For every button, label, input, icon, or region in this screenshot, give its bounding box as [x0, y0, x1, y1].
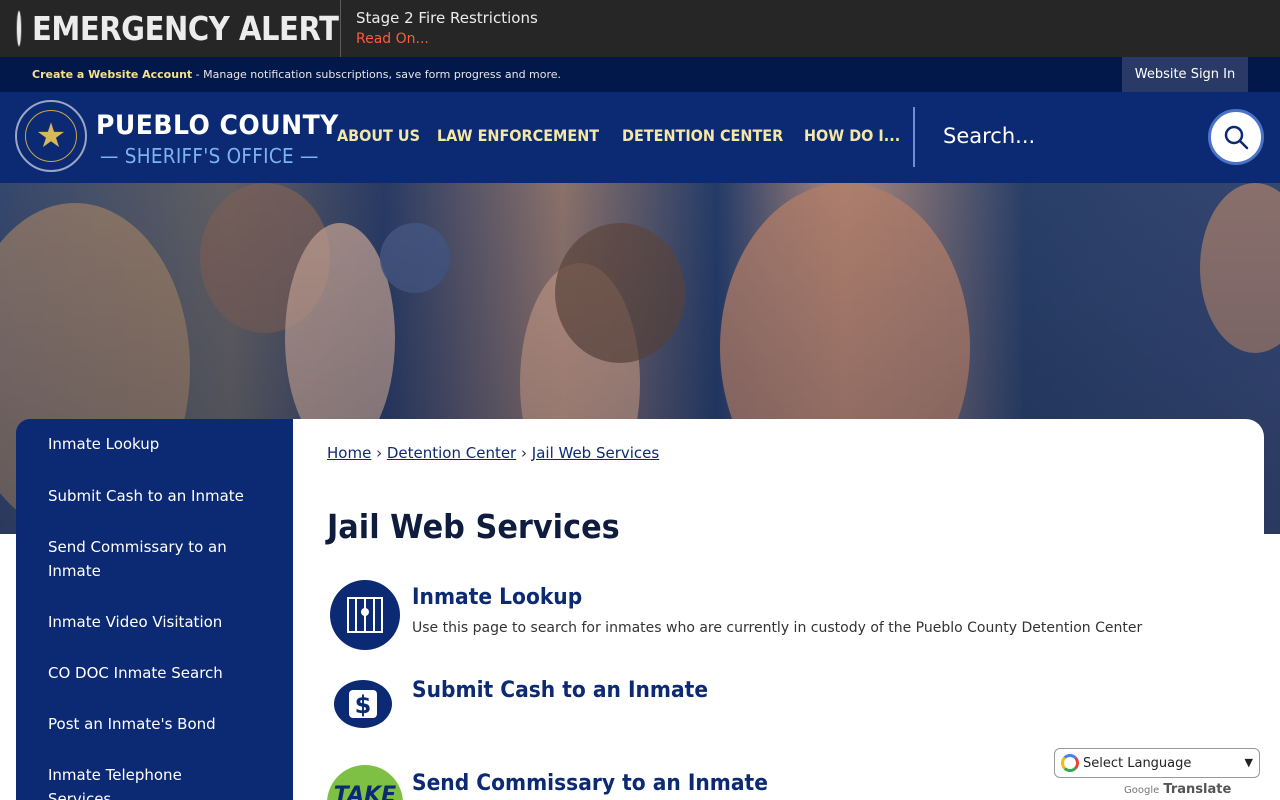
service-title-send-commissary[interactable]: Send Commissary to an Inmate [412, 771, 768, 796]
take-logo-mark: TAKE [333, 782, 397, 800]
breadcrumb-home[interactable]: Home [327, 444, 371, 462]
account-bar: Create a Website Account - Manage notifi… [0, 57, 1280, 92]
create-account-link[interactable]: Create a Website Account [32, 68, 192, 81]
google-g-icon [1061, 754, 1079, 772]
service-title-inmate-lookup[interactable]: Inmate Lookup [412, 585, 582, 610]
breadcrumb-separator: › [516, 444, 532, 462]
translate-wordmark: Translate [1163, 782, 1232, 797]
sidebar-item-co-doc-search[interactable]: CO DOC Inmate Search [48, 661, 248, 685]
sidebar-item-inmate-lookup[interactable]: Inmate Lookup [48, 432, 248, 456]
language-select[interactable]: Select Language ▼ [1054, 748, 1260, 778]
alert-message: Stage 2 Fire Restrictions [356, 8, 538, 27]
site-header: ★ PUEBLO COUNTY — SHERIFF'S OFFICE — ABO… [0, 92, 1280, 183]
breadcrumb-separator: › [371, 444, 387, 462]
search-input[interactable]: Search... [943, 124, 1035, 148]
sidebar-item-telephone-services[interactable]: Inmate Telephone Services [48, 763, 248, 800]
sidebar-nav: Inmate Lookup Submit Cash to an Inmate S… [16, 419, 293, 800]
brand-office-name[interactable]: — SHERIFF'S OFFICE — [100, 144, 319, 168]
service-desc-inmate-lookup: Use this page to search for inmates who … [412, 620, 1143, 636]
alert-read-on-link[interactable]: Read On... [356, 28, 538, 50]
sidebar-item-post-bond[interactable]: Post an Inmate's Bond [48, 712, 248, 736]
account-description: - Manage notification subscriptions, sav… [192, 68, 562, 81]
breadcrumb: Home › Detention Center › Jail Web Servi… [327, 444, 659, 462]
main-content: Home › Detention Center › Jail Web Servi… [293, 419, 1264, 800]
search-divider [913, 107, 915, 167]
google-wordmark: Google [1124, 785, 1160, 796]
jail-bars-icon[interactable] [330, 580, 400, 650]
sidebar-item-send-commissary[interactable]: Send Commissary to an Inmate [48, 535, 248, 583]
search-button[interactable] [1208, 109, 1264, 165]
nav-about-us[interactable]: ABOUT US [337, 126, 420, 145]
nav-how-do-i[interactable]: HOW DO I... [804, 126, 900, 145]
trinity-take-icon[interactable]: TAKE [327, 765, 403, 800]
chevron-down-icon: ▼ [1244, 756, 1253, 769]
jail-bars-glyph [347, 597, 383, 633]
service-title-submit-cash[interactable]: Submit Cash to an Inmate [412, 678, 708, 703]
brand-county-name[interactable]: PUEBLO COUNTY [96, 110, 339, 141]
search-icon [1224, 125, 1249, 150]
language-select-label: Select Language [1083, 755, 1192, 771]
website-sign-in-button[interactable]: Website Sign In [1122, 57, 1248, 92]
star-badge-icon: ★ [25, 110, 77, 162]
alert-content: Stage 2 Fire Restrictions Read On... [341, 8, 538, 50]
page-title: Jail Web Services [327, 507, 620, 546]
breadcrumb-detention-center[interactable]: Detention Center [387, 444, 516, 462]
nav-law-enforcement[interactable]: LAW ENFORCEMENT [437, 126, 599, 145]
alert-title: EMERGENCY ALERT [32, 9, 339, 48]
breadcrumb-current[interactable]: Jail Web Services [532, 444, 659, 462]
sidebar-item-video-visitation[interactable]: Inmate Video Visitation [48, 610, 248, 634]
alert-beacon-icon [17, 11, 21, 46]
nav-detention-center[interactable]: DETENTION CENTER [622, 126, 783, 145]
alert-title-block: EMERGENCY ALERT [0, 0, 341, 57]
svg-text:$: $ [355, 691, 372, 719]
sheriff-seal-logo[interactable]: ★ [15, 100, 87, 172]
dollar-glyph: $ [349, 690, 377, 719]
powered-by-google-translate[interactable]: Google Translate [1124, 782, 1231, 797]
account-notice: Create a Website Account - Manage notifi… [0, 68, 561, 81]
dollar-icon[interactable]: $ [334, 680, 392, 728]
emergency-alert-bar: EMERGENCY ALERT Stage 2 Fire Restriction… [0, 0, 1280, 57]
sidebar-item-submit-cash[interactable]: Submit Cash to an Inmate [48, 484, 248, 508]
